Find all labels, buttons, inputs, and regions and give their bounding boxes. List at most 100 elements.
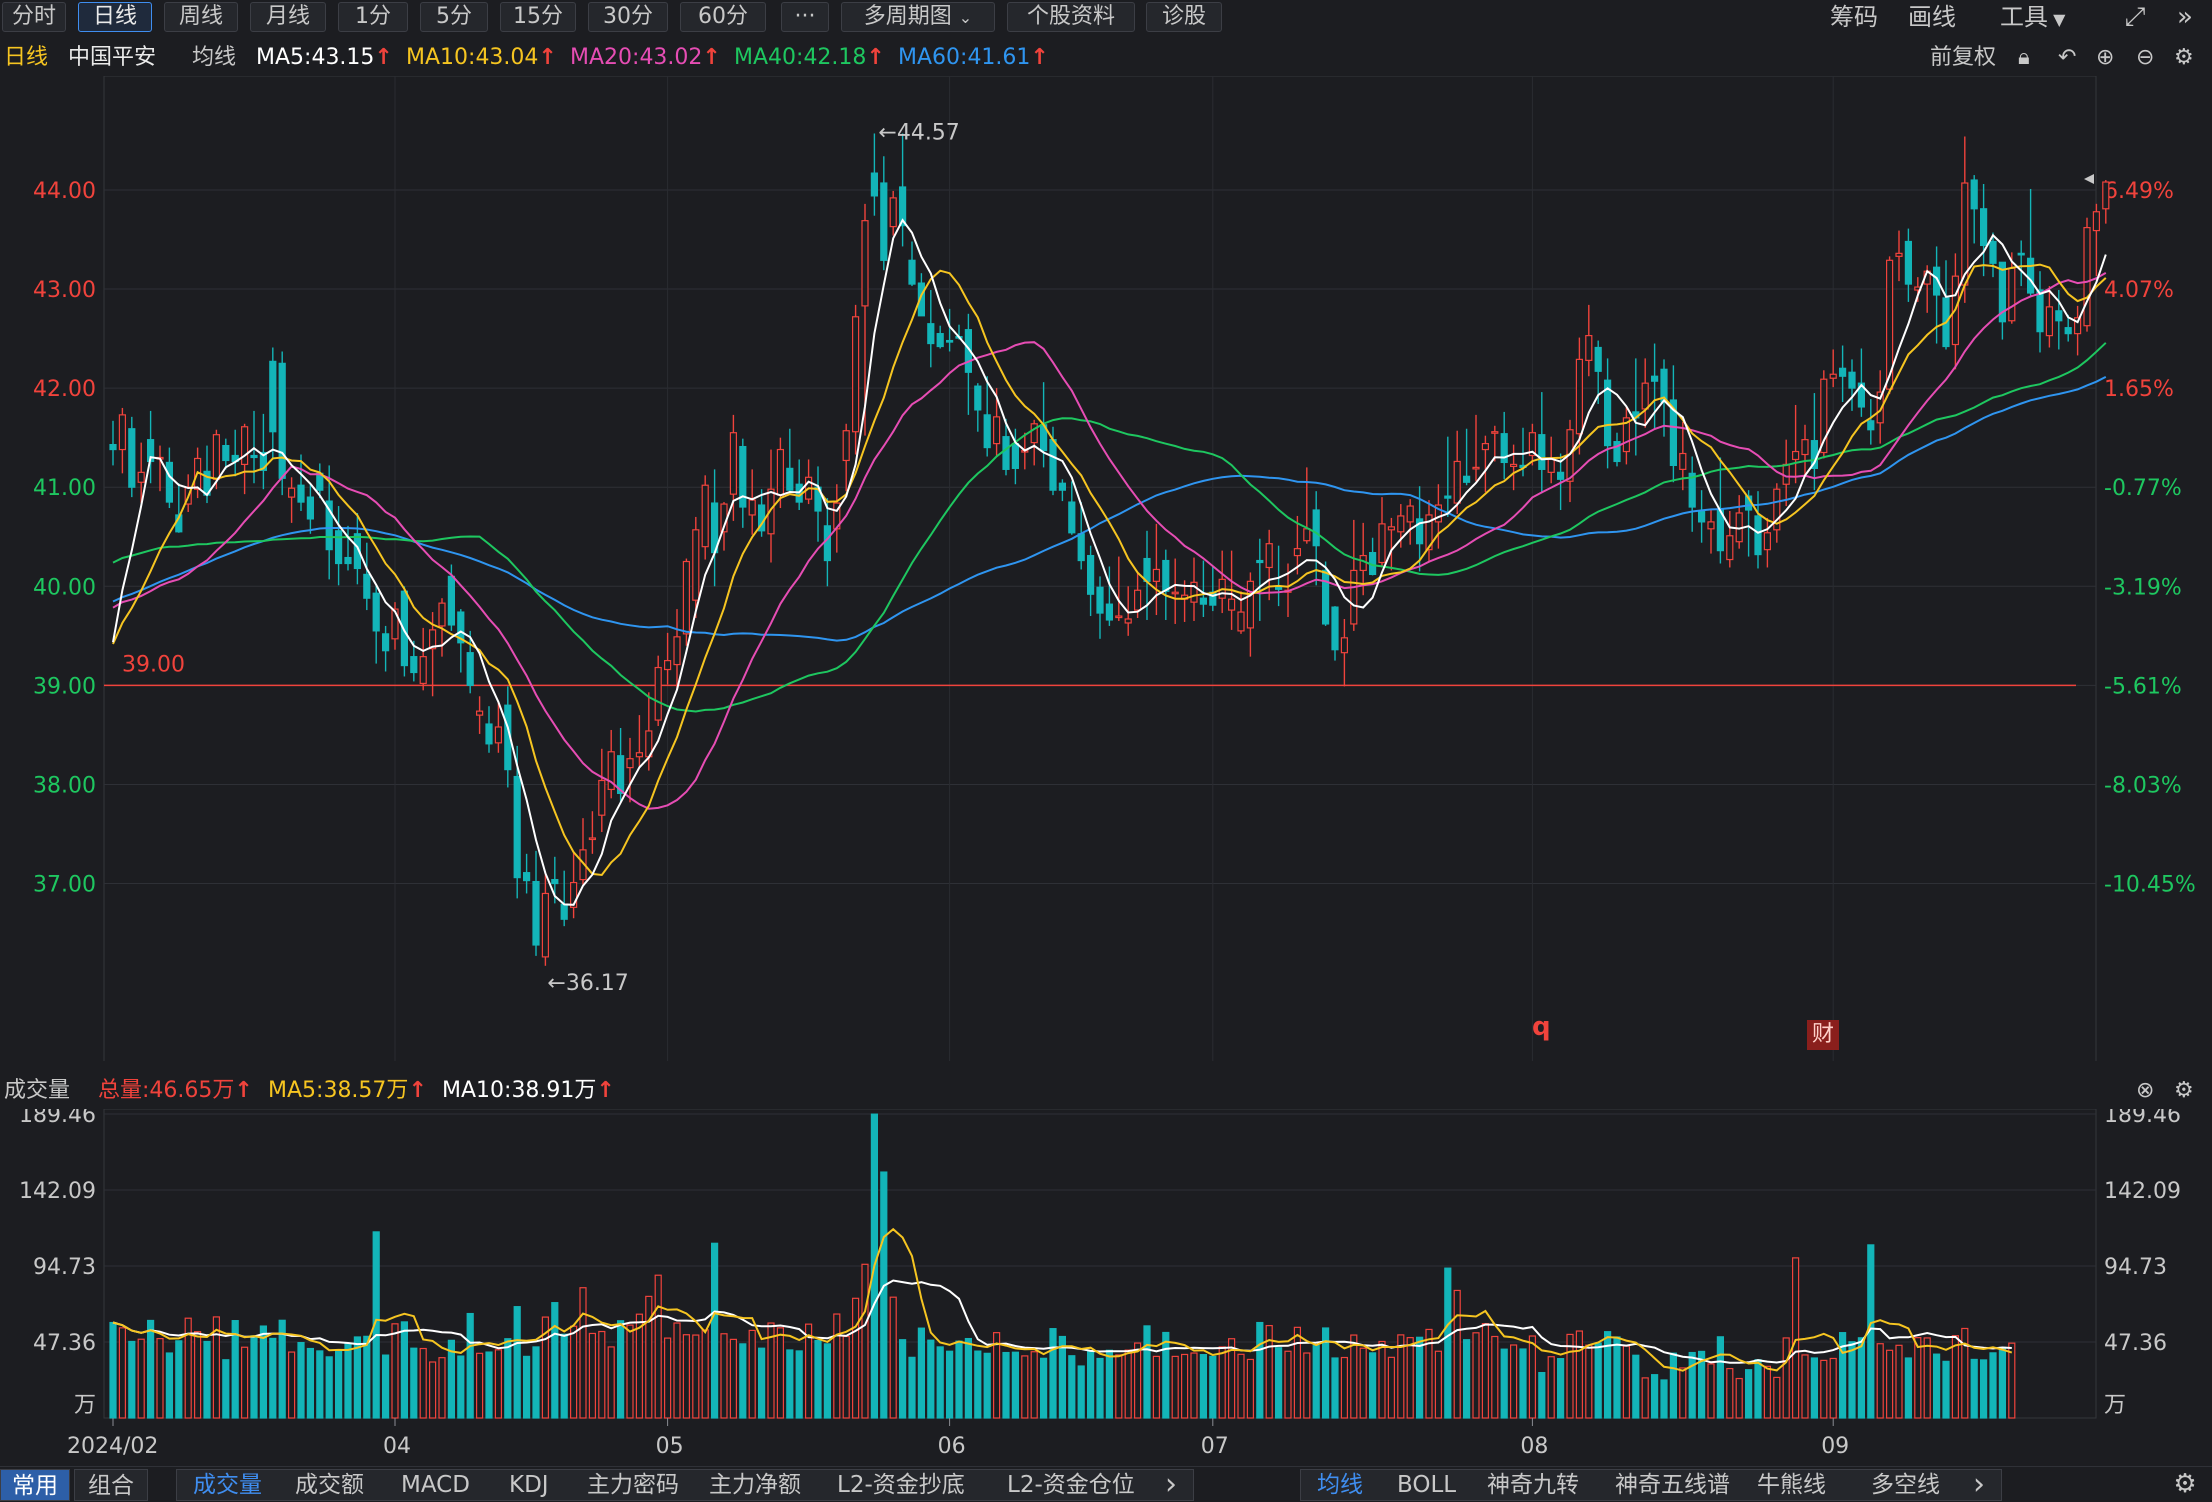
volume-bar [1791,1257,1800,1419]
candle-body [1509,463,1518,467]
overlay-tab-1[interactable]: BOLL [1397,1470,1456,1500]
volume-bar [438,1357,446,1419]
indicator-tab-5[interactable]: 主力净额 [709,1470,801,1500]
indicator-tab-6[interactable]: L2-资金抄底 [837,1470,965,1500]
gear-icon[interactable]: ⚙ [2174,40,2194,76]
candle-body [1350,569,1358,625]
diagnose-label: 诊股 [1161,4,1206,29]
ma-label[interactable]: 均线 [192,40,236,76]
volume-bar [1462,1339,1471,1419]
indicator-tab-0[interactable]: 成交量 [193,1470,262,1500]
candle-body [297,484,305,503]
adjust-button[interactable]: 前复权 [1930,40,1996,76]
close-icon[interactable]: ⊗ [2136,1073,2154,1109]
chevron-right-icon[interactable]: › [1973,1470,1985,1500]
candle-body [1961,182,1969,286]
volume-bar [1998,1346,2007,1419]
diagnose-button[interactable]: 诊股 [1146,2,1222,32]
volume-bar [1378,1340,1386,1419]
candle-body [410,656,418,674]
candle-body [889,197,897,228]
volume-bar [165,1352,173,1419]
up-arrow-icon: ↑ [408,1078,427,1103]
tools-button[interactable]: 工具 ▼ [2000,2,2065,32]
left-tab-1[interactable]: 组合 [74,1469,148,1501]
zoom-in-icon[interactable]: ⊕ [2096,40,2114,76]
draw-line-button[interactable]: 画线 [1908,2,1956,32]
finance-marker[interactable]: 财 [1807,1020,1839,1050]
volume-chart[interactable]: 189.46 189.46 142.09 142.09 94.73 94.73 47.36 4… [0,1109,2212,1466]
period-button-2[interactable]: 周线 [164,2,238,32]
period-button-8[interactable]: 60分 [680,2,766,32]
period-button-0[interactable]: 分时 [2,2,66,32]
period-toolbar: 分时 日线 周线 月线 1分 5分 15分 30分 60分 ··· 多周期图 ⌄ 个股资料 诊股… [0,0,2212,34]
period-button-7[interactable]: 30分 [588,2,668,32]
overlay-tab-0[interactable]: 均线 [1317,1470,1363,1500]
left-tab-0[interactable]: 常用 [0,1469,70,1501]
up-arrow-icon: ↑ [596,1078,615,1103]
price-tick-label: 37.00 [33,873,96,898]
candle-body [1256,559,1264,564]
candle-body [1321,569,1330,625]
candle-body [588,837,597,841]
candle-body [212,434,220,480]
candle-body [551,878,559,885]
period-button-1[interactable]: 日线 [78,2,152,32]
more-label: ··· [794,4,816,29]
period-button-6[interactable]: 15分 [500,2,576,32]
stock-info-button[interactable]: 个股资料 [1007,2,1135,32]
volume-tick-label: 94.73 [2104,1255,2167,1280]
chevron-right-icon[interactable]: › [1165,1470,1177,1500]
volume-bar [955,1340,963,1419]
candle-body [1641,382,1649,410]
candle-body [137,471,145,483]
indicator-tab-4[interactable]: 主力密码 [587,1470,679,1500]
lock-icon[interactable]: 🔒︎ [2018,40,2030,76]
volume-bar [1848,1341,1856,1419]
gear-icon[interactable]: ⚙ [2174,1073,2194,1109]
gear-icon[interactable]: ⚙ [2168,1469,2202,1499]
undo-icon[interactable]: ↶ [2058,40,2076,76]
more-button[interactable]: ··· [781,2,829,32]
candle-body [513,775,521,879]
indicator-tab-1[interactable]: 成交额 [295,1470,364,1500]
candlestick-chart[interactable]: 44.00 6.49% 43.00 4.07% 42.00 1.65% 41.00 -0.77… [0,76,2212,1061]
overlay-tab-5[interactable]: 多空线 [1871,1470,1940,1500]
price-tick-label: 42.00 [33,377,96,402]
period-button-5[interactable]: 5分 [420,2,488,32]
event-marker-q[interactable]: q [1532,1012,1551,1042]
volume-bar [147,1319,155,1419]
volume-bar [692,1334,700,1419]
indicator-tab-2[interactable]: MACD [401,1470,470,1500]
overlay-tab-group: 均线 BOLL 神奇九转 神奇五线谱 牛熊线 多空线 › [1300,1469,2002,1501]
zoom-out-icon[interactable]: ⊖ [2136,40,2154,76]
volume-bar [316,1350,324,1419]
indicator-tab-7[interactable]: L2-资金仓位 [1007,1470,1135,1500]
volume-bar [175,1340,183,1419]
candle-body [2055,310,2063,322]
overlay-tab-3[interactable]: 神奇五线谱 [1615,1470,1730,1500]
ma5-value: MA5:43.15↑ [256,40,393,76]
candle-body [1312,509,1320,547]
multi-period-button[interactable]: 多周期图 ⌄ [841,2,995,32]
double-chevron-right-icon[interactable]: » [2168,2,2202,32]
stock-name[interactable]: 中国平安 [68,40,156,76]
period-button-3[interactable]: 月线 [250,2,326,32]
overlay-tab-4[interactable]: 牛熊线 [1757,1470,1826,1500]
candle-body [165,461,173,503]
volume-bar [1293,1326,1302,1419]
chip-button[interactable]: 筹码 [1830,2,1878,32]
candle-body [541,892,550,958]
volume-bar [522,1355,531,1419]
overlay-tab-2[interactable]: 神奇九转 [1487,1470,1579,1500]
candle-body [851,316,860,433]
price-tick-label: 40.00 [33,575,96,600]
period-button-4[interactable]: 1分 [338,2,408,32]
indicator-tab-3[interactable]: KDJ [509,1470,549,1500]
volume-bar [898,1339,907,1419]
candle-body [1265,543,1273,569]
volume-bar [992,1332,1001,1419]
candle-body [2036,289,2044,333]
volume-bar [1303,1352,1311,1419]
fullscreen-icon[interactable]: ⤢ [2118,2,2152,32]
